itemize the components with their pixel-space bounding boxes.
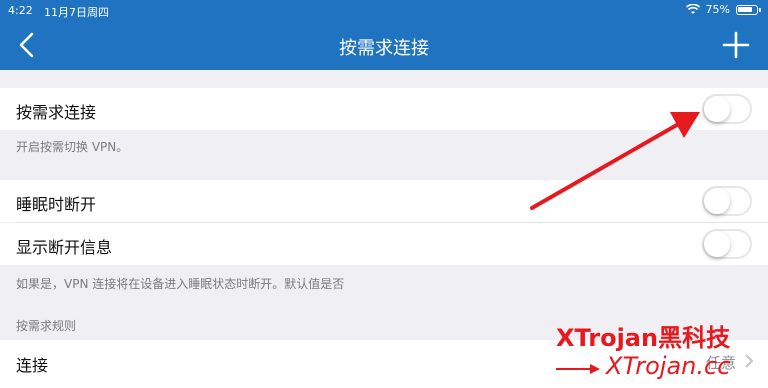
show-disconnect-label: 显示断开信息 <box>16 238 113 257</box>
toggle-knob <box>704 96 730 122</box>
connect-label: 连接 <box>16 356 49 375</box>
battery-level <box>738 6 752 12</box>
on-demand-label: 按需求连接 <box>16 103 97 122</box>
sleep-toggle[interactable] <box>702 186 752 216</box>
plus-icon[interactable] <box>722 31 750 59</box>
on-demand-row: 按需求连接 <box>0 88 768 130</box>
show-disconnect-row: 显示断开信息 <box>0 223 768 265</box>
sleep-label: 睡眠时断开 <box>16 195 97 214</box>
nav-bar: 按需求连接 <box>0 22 768 70</box>
sleep-footer: 如果是，VPN 连接将在设备进入睡眠状态时断开。默认值是否 <box>16 277 345 291</box>
status-right: 75% <box>685 3 761 16</box>
toggle-knob <box>704 188 730 214</box>
rules-header: 按需求规则 <box>16 319 77 333</box>
battery-icon <box>736 4 761 15</box>
page-title: 按需求连接 <box>339 38 429 59</box>
show-disconnect-toggle[interactable] <box>702 229 752 259</box>
battery-percent: 75% <box>705 3 730 16</box>
toggle-knob <box>704 231 730 257</box>
status-date: 11月7日周四 <box>44 6 109 19</box>
watermark-brand: XTrojan黑科技 <box>556 324 731 352</box>
wifi-icon <box>685 4 700 14</box>
on-demand-footer: 开启按需切换 VPN。 <box>16 140 129 154</box>
watermark-url: XTrojan.cc <box>606 352 731 380</box>
on-demand-toggle[interactable] <box>702 94 752 124</box>
arrow-right-icon <box>556 364 600 374</box>
chevron-right-icon <box>745 354 754 368</box>
status-time: 4:22 <box>8 4 33 17</box>
status-bar: 4:22 11月7日周四 75% <box>0 0 768 22</box>
sleep-row: 睡眠时断开 <box>0 180 768 222</box>
